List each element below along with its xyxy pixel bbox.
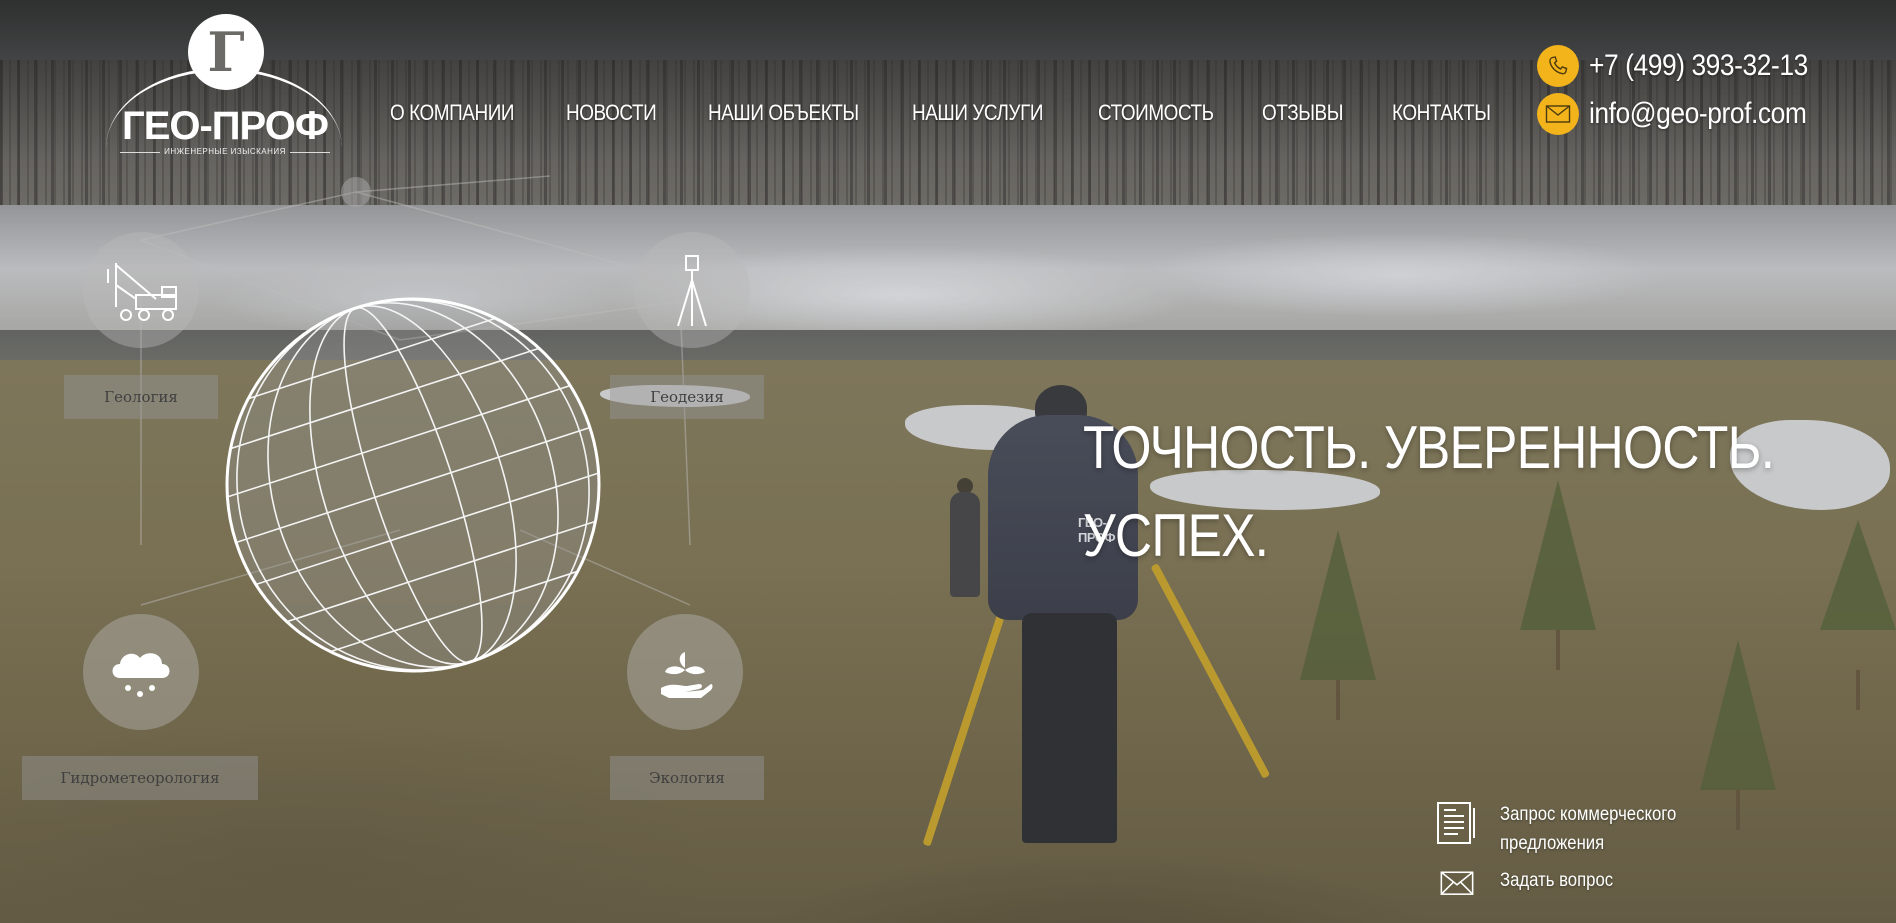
- nav-reviews[interactable]: ОТЗЫВЫ: [1262, 96, 1374, 130]
- ask-question-link[interactable]: Задать вопрос: [1434, 866, 1730, 902]
- phone-icon: [1537, 45, 1579, 87]
- service-geodesy-label[interactable]: Геодезия: [610, 375, 764, 419]
- service-hydrometeorology-label[interactable]: Гидрометеорология: [22, 756, 258, 800]
- hero-headline-line-1: ТОЧНОСТЬ. УВЕРЕННОСТЬ.: [1083, 414, 1775, 481]
- nav-pricing[interactable]: СТОИМОСТЬ: [1098, 96, 1239, 130]
- globe-graphic: [225, 297, 601, 673]
- document-icon: [1437, 802, 1475, 844]
- service-ecology-label[interactable]: Экология: [610, 756, 764, 800]
- service-hydrometeorology-button[interactable]: [83, 614, 199, 730]
- email-contact[interactable]: info@geo-prof.com: [1537, 92, 1836, 136]
- main-navigation: О КОМПАНИИ НОВОСТИ НАШИ ОБЪЕКТЫ НАШИ УСЛ…: [390, 96, 1512, 130]
- ask-question-label: Задать вопрос: [1500, 870, 1614, 891]
- hero-headline-line-2: УСПЕХ.: [1083, 502, 1269, 569]
- envelope-icon: [1440, 871, 1474, 895]
- service-geology-label[interactable]: Геология: [64, 375, 218, 419]
- email-address: info@geo-prof.com: [1589, 97, 1807, 130]
- nav-projects[interactable]: НАШИ ОБЪЕКТЫ: [708, 96, 883, 130]
- logo-name: ГЕО-ПРОФ: [122, 104, 329, 148]
- nav-contacts[interactable]: КОНТАКТЫ: [1392, 96, 1495, 130]
- nav-about[interactable]: О КОМПАНИИ: [390, 96, 541, 130]
- service-geology-button[interactable]: [83, 232, 199, 348]
- phone-contact[interactable]: +7 (499) 393-32-13: [1537, 44, 1838, 88]
- phone-number: +7 (499) 393-32-13: [1589, 49, 1808, 82]
- service-geodesy-button[interactable]: [634, 232, 750, 348]
- site-logo[interactable]: Г ГЕО-ПРОФ ИНЖЕНЕРНЫЕ ИЗЫСКАНИЯ: [104, 12, 346, 156]
- nav-services[interactable]: НАШИ УСЛУГИ: [912, 96, 1072, 130]
- request-quote-label: Запрос коммерческого предложения: [1500, 804, 1677, 854]
- logo-emblem-icon: Г: [188, 14, 264, 90]
- nav-news[interactable]: НОВОСТИ: [566, 96, 688, 130]
- rain-cloud-icon: [112, 653, 170, 697]
- connector-node: [341, 177, 371, 207]
- hero-headline: ТОЧНОСТЬ. УВЕРЕННОСТЬ. УСПЕХ.: [1083, 404, 1803, 580]
- request-quote-link[interactable]: Запрос коммерческого предложения: [1434, 800, 1730, 858]
- crane-truck-icon: [107, 263, 177, 321]
- service-ecology-button[interactable]: [627, 614, 743, 730]
- mail-icon: [1537, 93, 1579, 135]
- plant-in-hand-icon: [661, 652, 713, 698]
- theodolite-icon: [677, 255, 707, 327]
